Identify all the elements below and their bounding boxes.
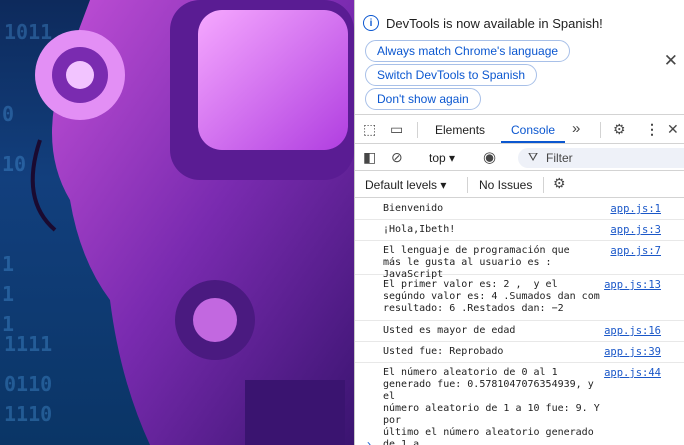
message-text: Usted fue: Reprobado [383, 346, 504, 357]
info-icon: i [363, 15, 379, 31]
settings-gear-icon[interactable]: ⚙ [613, 121, 626, 138]
log-levels-label: Default levels [365, 178, 438, 192]
log-levels-dropdown[interactable]: Default levels ▾ [365, 178, 446, 192]
inspect-element-icon[interactable]: ⬚ [363, 121, 376, 138]
source-link[interactable]: app.js:7 [610, 245, 661, 257]
tab-console[interactable]: Console [511, 123, 555, 137]
message-text: ¡Hola,Ibeth! [383, 224, 456, 235]
background-illustration: 1011 0 10 1 1 1 1111 0110 1110 [0, 0, 354, 445]
divider [417, 122, 418, 138]
source-link[interactable]: app.js:39 [604, 346, 661, 358]
message-text: El primer valor es: 2 , y el segúndo val… [383, 279, 600, 314]
source-link[interactable]: app.js:13 [604, 279, 661, 291]
console-message: El primer valor es: 2 , y el segúndo val… [355, 275, 684, 321]
source-link[interactable]: app.js:16 [604, 325, 661, 337]
filter-placeholder: Filter [546, 151, 573, 165]
console-settings-gear-icon[interactable]: ⚙ [553, 175, 566, 192]
source-link[interactable]: app.js:1 [610, 203, 661, 215]
filter-icon: ⛛ [528, 150, 539, 164]
message-text: Bienvenido [383, 203, 444, 214]
message-text: El número aleatorio de 0 al 1 generado f… [383, 367, 600, 445]
device-toolbar-icon[interactable]: ▭ [390, 121, 403, 138]
context-selector[interactable]: top ▾ [429, 151, 455, 165]
infobar-text: DevTools is now available in Spanish! [386, 15, 603, 31]
console-levels-toolbar: Default levels ▾ No Issues ⚙ [355, 172, 684, 198]
devtools-panel: i DevTools is now available in Spanish! … [355, 0, 684, 445]
console-output: Bienvenido app.js:1 ¡Hola,Ibeth! app.js:… [355, 199, 684, 445]
source-link[interactable]: app.js:44 [604, 367, 661, 379]
clear-console-icon[interactable]: ⊘ [391, 149, 403, 166]
robot-illustration [30, 0, 354, 445]
close-icon[interactable]: ✕ [664, 51, 678, 71]
more-tabs-icon[interactable]: » [572, 120, 580, 137]
divider [600, 122, 601, 138]
infobar-message: i DevTools is now available in Spanish! [363, 15, 603, 31]
match-language-button[interactable]: Always match Chrome's language [365, 40, 571, 62]
console-message: Bienvenido app.js:1 [355, 199, 684, 220]
filter-input[interactable]: ⛛ Filter [518, 148, 684, 168]
close-devtools-icon[interactable]: ✕ [667, 121, 679, 138]
issues-button[interactable]: No Issues [479, 178, 532, 192]
console-prompt[interactable]: › [367, 437, 371, 445]
more-options-icon[interactable]: ⋮ [645, 121, 659, 138]
divider [467, 177, 468, 193]
active-tab-indicator [501, 141, 565, 143]
live-expression-eye-icon[interactable]: ◉ [483, 148, 496, 166]
sidebar-toggle-icon[interactable]: ◧ [363, 149, 376, 166]
console-message: El lenguaje de programación que más le g… [355, 241, 684, 280]
switch-spanish-button[interactable]: Switch DevTools to Spanish [365, 64, 538, 86]
console-message: Usted fue: Reprobado app.js:39 [355, 342, 684, 363]
divider [543, 177, 544, 193]
devtools-tabbar: ⬚ ▭ Elements Console » ⚙ ⋮ ✕ [355, 116, 684, 144]
console-message: ¡Hola,Ibeth! app.js:3 [355, 220, 684, 241]
source-link[interactable]: app.js:3 [610, 224, 661, 236]
tab-elements[interactable]: Elements [435, 123, 485, 137]
console-message: Usted es mayor de edad app.js:16 [355, 321, 684, 342]
language-infobar: i DevTools is now available in Spanish! … [355, 0, 684, 115]
dont-show-again-button[interactable]: Don't show again [365, 88, 481, 110]
context-label: top [429, 151, 446, 165]
console-toolbar: ◧ ⊘ top ▾ ◉ ⛛ Filter [355, 145, 684, 171]
message-text: Usted es mayor de edad [383, 325, 516, 336]
console-message: El número aleatorio de 0 al 1 generado f… [355, 363, 684, 445]
